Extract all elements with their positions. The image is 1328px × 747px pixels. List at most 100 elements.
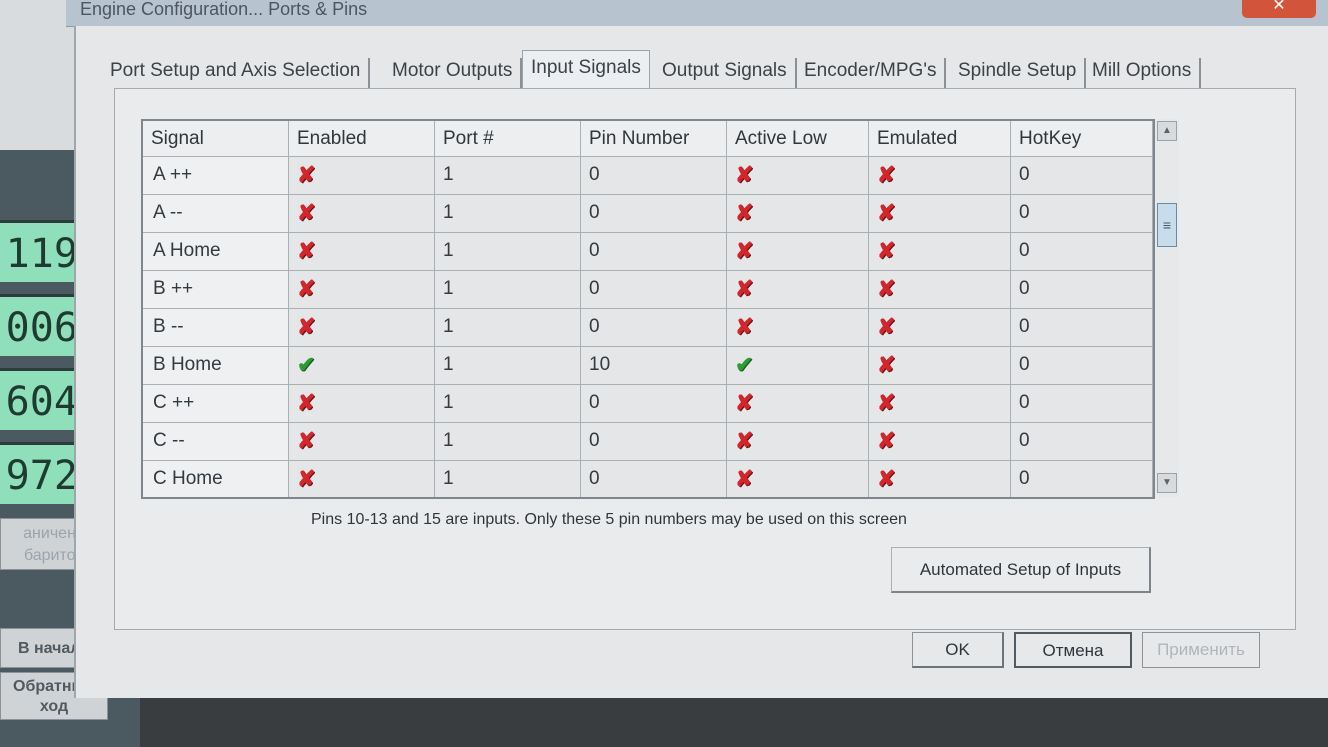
signal-name-cell: B -- [143, 309, 289, 347]
grid-scrollbar[interactable]: ▲ ≡ ▼ [1155, 119, 1179, 497]
hotkey-cell[interactable]: 0 [1011, 423, 1153, 461]
window-title: Engine Configuration... Ports & Pins [80, 0, 368, 19]
enabled-cell[interactable]: ✘ [289, 461, 435, 497]
table-row[interactable]: C ++ ✘ 1 0 ✘ ✘ 0 [143, 385, 1153, 423]
table-row[interactable]: B Home ✔ 1 10 ✔ ✘ 0 [143, 347, 1153, 385]
hotkey-cell[interactable]: 0 [1011, 271, 1153, 309]
enabled-cell[interactable]: ✘ [289, 385, 435, 423]
tab-output-signals[interactable]: Output Signals [662, 58, 797, 88]
scroll-down-arrow-icon[interactable]: ▼ [1157, 473, 1177, 493]
active-low-cell[interactable]: ✘ [727, 461, 869, 497]
ok-button[interactable]: OK [912, 632, 1004, 668]
hotkey-cell[interactable]: 0 [1011, 233, 1153, 271]
port-cell[interactable]: 1 [435, 385, 581, 423]
tab-mill-options[interactable]: Mill Options [1092, 58, 1202, 88]
emulated-cell[interactable]: ✘ [869, 461, 1011, 497]
hotkey-cell[interactable]: 0 [1011, 309, 1153, 347]
emulated-cell[interactable]: ✘ [869, 309, 1011, 347]
active-low-cell[interactable]: ✘ [727, 271, 869, 309]
column-header-signal[interactable]: Signal [143, 121, 289, 157]
emulated-cell[interactable]: ✘ [869, 195, 1011, 233]
hotkey-cell[interactable]: 0 [1011, 461, 1153, 497]
port-cell[interactable]: 1 [435, 309, 581, 347]
active-low-cell[interactable]: ✘ [727, 233, 869, 271]
enabled-cell[interactable]: ✘ [289, 233, 435, 271]
column-header-hotkey[interactable]: HotKey [1011, 121, 1153, 157]
pin-number-cell[interactable]: 0 [581, 309, 727, 347]
tab-spindle-setup[interactable]: Spindle Setup [958, 58, 1087, 88]
active-low-cell[interactable]: ✔ [727, 347, 869, 385]
cross-icon: ✘ [735, 428, 754, 453]
emulated-cell[interactable]: ✘ [869, 423, 1011, 461]
port-cell[interactable]: 1 [435, 423, 581, 461]
cross-icon: ✘ [735, 390, 754, 415]
signal-name-cell: B Home [143, 347, 289, 385]
enabled-cell[interactable]: ✘ [289, 423, 435, 461]
hotkey-cell[interactable]: 0 [1011, 347, 1153, 385]
pin-number-cell[interactable]: 0 [581, 195, 727, 233]
active-low-cell[interactable]: ✘ [727, 157, 869, 195]
cross-icon: ✘ [297, 200, 316, 225]
pin-number-cell[interactable]: 10 [581, 347, 727, 385]
tab-motor-outputs[interactable]: Motor Outputs [392, 58, 523, 88]
enabled-cell[interactable]: ✘ [289, 157, 435, 195]
port-cell[interactable]: 1 [435, 271, 581, 309]
hotkey-cell[interactable]: 0 [1011, 195, 1153, 233]
emulated-cell[interactable]: ✘ [869, 385, 1011, 423]
enabled-cell[interactable]: ✘ [289, 271, 435, 309]
pin-number-cell[interactable]: 0 [581, 233, 727, 271]
signal-name-cell: A ++ [143, 157, 289, 195]
table-row[interactable]: C Home ✘ 1 0 ✘ ✘ 0 [143, 461, 1153, 497]
column-header-active-low[interactable]: Active Low [727, 121, 869, 157]
pin-number-cell[interactable]: 0 [581, 423, 727, 461]
port-cell[interactable]: 1 [435, 157, 581, 195]
hotkey-cell[interactable]: 0 [1011, 385, 1153, 423]
table-row[interactable]: A ++ ✘ 1 0 ✘ ✘ 0 [143, 157, 1153, 195]
pin-number-cell[interactable]: 0 [581, 271, 727, 309]
cross-icon: ✘ [297, 276, 316, 301]
close-icon: ✕ [1272, 0, 1286, 14]
enabled-cell[interactable]: ✔ [289, 347, 435, 385]
active-low-cell[interactable]: ✘ [727, 385, 869, 423]
active-low-cell[interactable]: ✘ [727, 423, 869, 461]
tab-encoder-mpg[interactable]: Encoder/MPG's [804, 58, 947, 88]
pin-number-cell[interactable]: 0 [581, 461, 727, 497]
port-cell[interactable]: 1 [435, 461, 581, 497]
hotkey-cell[interactable]: 0 [1011, 157, 1153, 195]
tab-input-signals[interactable]: Input Signals [522, 50, 650, 90]
table-row[interactable]: B ++ ✘ 1 0 ✘ ✘ 0 [143, 271, 1153, 309]
cross-icon: ✘ [297, 466, 316, 491]
table-row[interactable]: C -- ✘ 1 0 ✘ ✘ 0 [143, 423, 1153, 461]
tab-port-setup[interactable]: Port Setup and Axis Selection [110, 58, 371, 88]
scroll-up-arrow-icon[interactable]: ▲ [1157, 121, 1177, 141]
column-header-enabled[interactable]: Enabled [289, 121, 435, 157]
apply-button[interactable]: Применить [1142, 632, 1260, 668]
automated-setup-button[interactable]: Automated Setup of Inputs [891, 547, 1151, 593]
close-button[interactable]: ✕ [1242, 0, 1316, 18]
emulated-cell[interactable]: ✘ [869, 233, 1011, 271]
cancel-button[interactable]: Отмена [1014, 632, 1132, 668]
port-cell[interactable]: 1 [435, 347, 581, 385]
cross-icon: ✘ [735, 314, 754, 339]
table-row[interactable]: A Home ✘ 1 0 ✘ ✘ 0 [143, 233, 1153, 271]
scroll-thumb[interactable]: ≡ [1157, 203, 1177, 247]
cross-icon: ✘ [735, 162, 754, 187]
enabled-cell[interactable]: ✘ [289, 309, 435, 347]
active-low-cell[interactable]: ✘ [727, 309, 869, 347]
column-header-emulated[interactable]: Emulated [869, 121, 1011, 157]
column-header-port[interactable]: Port # [435, 121, 581, 157]
pin-number-cell[interactable]: 0 [581, 385, 727, 423]
emulated-cell[interactable]: ✘ [869, 157, 1011, 195]
active-low-cell[interactable]: ✘ [727, 195, 869, 233]
signal-name-cell: C ++ [143, 385, 289, 423]
enabled-cell[interactable]: ✘ [289, 195, 435, 233]
port-cell[interactable]: 1 [435, 195, 581, 233]
port-cell[interactable]: 1 [435, 233, 581, 271]
table-row[interactable]: A -- ✘ 1 0 ✘ ✘ 0 [143, 195, 1153, 233]
pin-number-cell[interactable]: 0 [581, 157, 727, 195]
emulated-cell[interactable]: ✘ [869, 347, 1011, 385]
emulated-cell[interactable]: ✘ [869, 271, 1011, 309]
cross-icon: ✘ [297, 428, 316, 453]
column-header-pin-number[interactable]: Pin Number [581, 121, 727, 157]
table-row[interactable]: B -- ✘ 1 0 ✘ ✘ 0 [143, 309, 1153, 347]
